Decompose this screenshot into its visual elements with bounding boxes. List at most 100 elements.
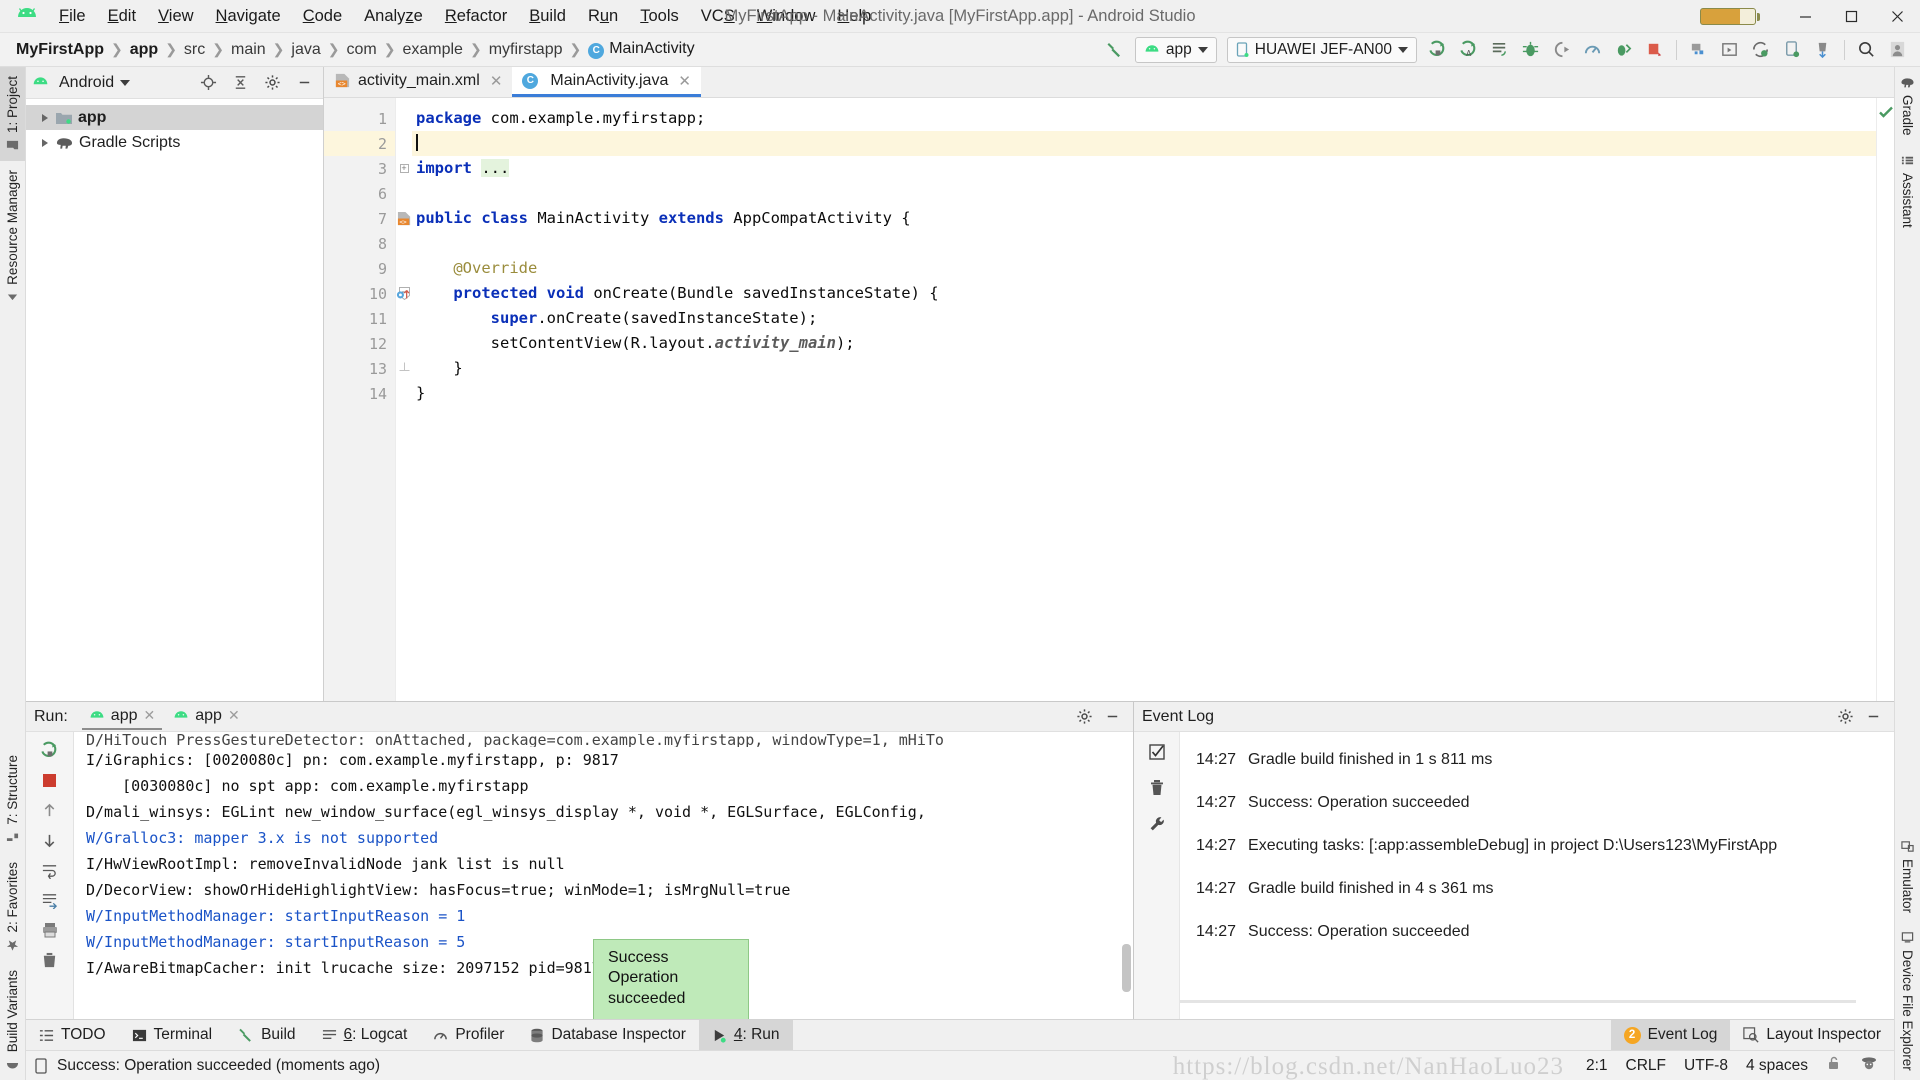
breadcrumb-item-example[interactable]: example — [398, 39, 466, 61]
event-log-row[interactable]: 14:27 Executing tasks: [:app:assembleDeb… — [1196, 824, 1894, 867]
sidebar-item-structure[interactable]: 7: Structure — [0, 746, 25, 853]
hide-icon[interactable] — [1099, 705, 1125, 729]
breadcrumb-item-main[interactable]: main — [227, 39, 270, 61]
menu-help[interactable]: Help — [826, 3, 882, 30]
menu-code[interactable]: Code — [292, 3, 353, 30]
rerun-icon[interactable] — [35, 736, 65, 764]
search-icon[interactable] — [1852, 36, 1881, 64]
sidebar-item-device-file-explorer[interactable]: Device File Explorer — [1895, 922, 1920, 1080]
settings-icon[interactable] — [1832, 705, 1858, 729]
soft-wrap-icon[interactable] — [35, 856, 65, 884]
toolwindow-run[interactable]: 4: Run — [698, 1020, 793, 1050]
mark-read-icon[interactable] — [1142, 738, 1172, 766]
toolwindow-profiler[interactable]: Profiler — [420, 1020, 517, 1050]
up-arrow-icon[interactable] — [35, 796, 65, 824]
breadcrumb-item-class[interactable]: C MainActivity — [584, 38, 698, 61]
fold-expand-icon[interactable]: + — [399, 164, 409, 173]
menu-vcs[interactable]: VCS — [690, 3, 746, 30]
settings-wrench-icon[interactable] — [1142, 810, 1172, 838]
unlocked-icon[interactable] — [1826, 1055, 1842, 1076]
code-editor[interactable]: 1 2 3 6 7 <> 8 9 10 11 12 13 14 + packag… — [324, 98, 1894, 701]
run-configuration-selector[interactable]: app — [1134, 36, 1217, 63]
breadcrumb-item-java[interactable]: java — [287, 39, 324, 61]
tab-main-activity-java[interactable]: C MainActivity.java ✕ — [512, 67, 701, 97]
chevron-right-icon[interactable] — [42, 113, 48, 122]
sidebar-item-assistant[interactable]: Assistant — [1895, 145, 1920, 237]
sidebar-item-build-variants[interactable]: Build Variants — [0, 961, 25, 1080]
maximize-button[interactable] — [1828, 0, 1874, 33]
menu-window[interactable]: Window — [746, 3, 827, 30]
inspection-marker-strip[interactable] — [1876, 98, 1894, 701]
account-icon[interactable] — [1883, 36, 1912, 64]
console-scrollbar-thumb[interactable] — [1122, 944, 1131, 992]
sidebar-item-resource-manager[interactable]: Resource Manager — [0, 161, 25, 313]
run-icon[interactable] — [1423, 36, 1452, 64]
breadcrumb-item-src[interactable]: src — [180, 39, 209, 61]
menu-navigate[interactable]: Navigate — [205, 3, 292, 30]
code-text[interactable]: package com.example.myfirstapp; import .… — [412, 98, 1876, 701]
toolwindow-logcat[interactable]: 6: Logcat — [309, 1020, 421, 1050]
breadcrumb-item-app[interactable]: app — [126, 39, 162, 61]
override-method-marker-icon[interactable] — [396, 286, 412, 302]
line-number-gutter[interactable]: 1 2 3 6 7 <> 8 9 10 11 12 13 14 — [324, 98, 410, 701]
fold-end-icon[interactable] — [399, 362, 410, 375]
stop-icon[interactable] — [35, 766, 65, 794]
sync-gradle-icon[interactable] — [1746, 36, 1775, 64]
menu-tools[interactable]: Tools — [629, 3, 690, 30]
profiler-icon[interactable] — [1578, 36, 1607, 64]
avd-manager-icon[interactable] — [1715, 36, 1744, 64]
run-tab-app-1[interactable]: app ✕ — [81, 704, 163, 730]
breadcrumb-item-project[interactable]: MyFirstApp — [12, 39, 108, 61]
chevron-right-icon[interactable] — [42, 138, 48, 147]
project-view-selector-label[interactable]: Android — [59, 74, 114, 92]
indent-setting[interactable]: 4 spaces — [1746, 1057, 1808, 1075]
run-with-coverage-icon[interactable] — [1609, 36, 1638, 64]
close-icon[interactable]: ✕ — [678, 72, 691, 90]
close-icon[interactable]: ✕ — [490, 72, 503, 90]
menu-file[interactable]: File — [48, 3, 97, 30]
tab-activity-main-xml[interactable]: <> activity_main.xml ✕ — [324, 67, 512, 97]
success-toast[interactable]: Success Operation succeeded — [593, 939, 749, 1019]
file-encoding[interactable]: UTF-8 — [1684, 1057, 1728, 1075]
menu-view[interactable]: View — [147, 3, 204, 30]
settings-icon[interactable] — [259, 71, 285, 95]
apply-changes-icon[interactable]: A — [1454, 36, 1483, 64]
down-arrow-icon[interactable] — [35, 826, 65, 854]
scroll-to-end-icon[interactable] — [35, 886, 65, 914]
locate-icon[interactable] — [195, 71, 221, 95]
event-log-row[interactable]: 14:27 Success: Operation succeeded — [1196, 910, 1894, 953]
toolwindow-database-inspector[interactable]: Database Inspector — [517, 1020, 698, 1050]
menu-refactor[interactable]: Refactor — [434, 3, 518, 30]
menu-build[interactable]: Build — [518, 3, 577, 30]
resource-manager-icon[interactable] — [1808, 36, 1837, 64]
sidebar-item-gradle[interactable]: Gradle — [1895, 67, 1920, 145]
device-selector[interactable]: HUAWEI JEF-AN00 — [1226, 36, 1417, 63]
status-message[interactable]: Success: Operation succeeded (moments ag… — [57, 1057, 380, 1075]
sdk-manager-icon[interactable] — [1684, 36, 1713, 64]
inspector-hector-icon[interactable] — [1860, 1055, 1878, 1077]
toolwindow-todo[interactable]: TODO — [26, 1020, 119, 1050]
debug-icon[interactable] — [1516, 36, 1545, 64]
sidebar-item-favorites[interactable]: 2: Favorites — [0, 853, 25, 961]
sidebar-item-project[interactable]: 1: Project — [0, 67, 25, 162]
minimize-button[interactable] — [1782, 0, 1828, 33]
caret-position[interactable]: 2:1 — [1586, 1057, 1608, 1075]
event-log-scrollbar[interactable] — [1180, 1000, 1856, 1003]
delete-icon[interactable] — [1142, 774, 1172, 802]
tree-node-gradle-scripts[interactable]: Gradle Scripts — [26, 130, 323, 155]
menu-run[interactable]: Run — [577, 3, 629, 30]
close-button[interactable] — [1874, 0, 1920, 33]
event-log-row[interactable]: 14:27 Gradle build finished in 1 s 811 m… — [1196, 738, 1894, 781]
collapse-all-icon[interactable] — [227, 71, 253, 95]
event-log-row[interactable]: 14:27 Gradle build finished in 4 s 361 m… — [1196, 867, 1894, 910]
close-icon[interactable]: ✕ — [144, 707, 156, 724]
apply-code-changes-icon[interactable] — [1485, 36, 1514, 64]
toolwindow-terminal[interactable]: Terminal — [119, 1020, 226, 1050]
toolwindow-event-log[interactable]: 2 Event Log — [1610, 1020, 1731, 1050]
menu-edit[interactable]: Edit — [97, 3, 147, 30]
chevron-down-icon[interactable] — [120, 79, 131, 86]
device-manager-icon[interactable] — [1777, 36, 1806, 64]
print-icon[interactable] — [35, 916, 65, 944]
hide-icon[interactable] — [291, 71, 317, 95]
class-marker-icon[interactable]: <> — [396, 211, 412, 227]
